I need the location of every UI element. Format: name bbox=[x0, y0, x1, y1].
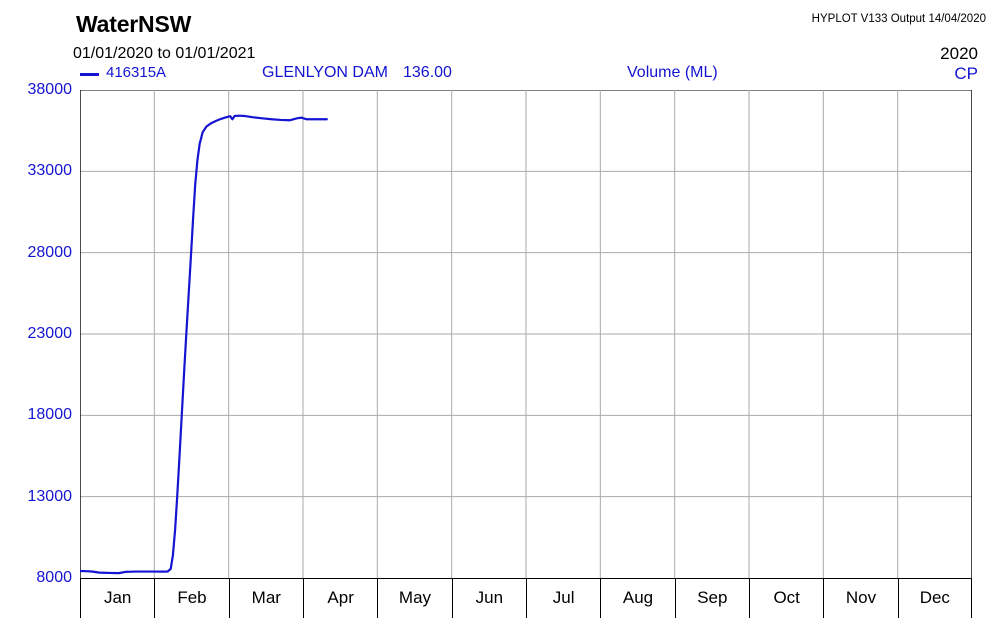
legend-series-id: 416315A bbox=[106, 64, 167, 81]
hyplot-version-info: HYPLOT V133 Output 14/04/2020 bbox=[811, 13, 986, 25]
line-marker-icon bbox=[80, 73, 99, 76]
x-axis-month-mar: Mar bbox=[228, 578, 303, 618]
x-axis-month-aug: Aug bbox=[600, 578, 674, 618]
legend-site-value: 136.00 bbox=[403, 64, 452, 81]
chart-legend: 416315A GLENLYON DAM 136.00 Volume (ML) … bbox=[0, 64, 1000, 86]
x-axis-month-sep: Sep bbox=[674, 578, 749, 618]
chart-canvas bbox=[80, 90, 972, 578]
y-tick-label: 8000 bbox=[36, 569, 72, 586]
x-axis-month-apr: Apr bbox=[303, 578, 377, 618]
x-axis-month-oct: Oct bbox=[749, 578, 823, 618]
y-axis-tick-labels: 8000 13000 18000 23000 28000 33000 38000 bbox=[0, 81, 73, 586]
y-tick-label: 13000 bbox=[27, 487, 73, 505]
y-tick-label: 28000 bbox=[27, 243, 73, 261]
legend-parameter-label: Volume (ML) bbox=[627, 64, 718, 81]
x-axis-month-may: May bbox=[377, 578, 451, 618]
chart-page: WaterNSW HYPLOT V133 Output 14/04/2020 0… bbox=[0, 0, 1000, 625]
x-axis-month-jul: Jul bbox=[526, 578, 600, 618]
y-tick-label: 18000 bbox=[27, 406, 73, 424]
page-title: WaterNSW bbox=[76, 11, 192, 37]
x-axis-month-jan: Jan bbox=[80, 578, 154, 618]
plot-area bbox=[80, 90, 972, 578]
y-tick-label: 33000 bbox=[27, 162, 73, 180]
y-tick-label: 23000 bbox=[27, 325, 73, 342]
y-tick-label: 38000 bbox=[27, 81, 73, 98]
x-axis-month-jun: Jun bbox=[451, 578, 526, 618]
legend-quality-code: CP bbox=[954, 64, 978, 83]
x-axis-month-feb: Feb bbox=[154, 578, 228, 618]
x-axis-month-labels: Jan Feb Mar Apr May Jun Jul Aug Sep Oct Nov Dec bbox=[80, 578, 972, 618]
year-label: 2020 bbox=[940, 44, 978, 63]
x-axis-month-nov: Nov bbox=[823, 578, 897, 618]
data-series-line bbox=[80, 114, 328, 575]
date-range-label: 01/01/2020 to 01/01/2021 bbox=[73, 45, 256, 62]
legend-site-name: GLENLYON DAM bbox=[262, 64, 388, 81]
x-axis-month-dec: Dec bbox=[897, 578, 972, 618]
